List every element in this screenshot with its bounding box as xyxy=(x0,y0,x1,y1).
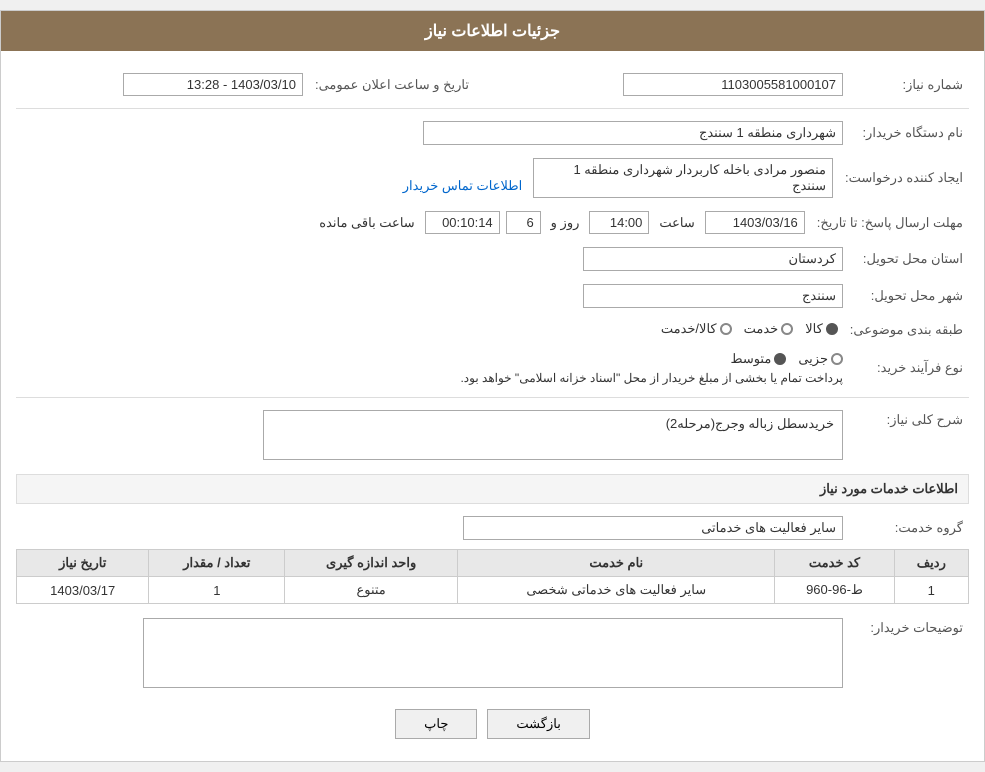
deadline-label: مهلت ارسال پاسخ: تا تاریخ: xyxy=(811,207,969,238)
back-button[interactable]: بازگشت xyxy=(487,709,589,739)
requester-value: منصور مرادی باخله کاربردار شهرداری منطقه… xyxy=(533,158,833,198)
service-group-value: سایر فعالیت های خدماتی xyxy=(463,516,843,540)
deadline-remaining-label: ساعت باقی مانده xyxy=(319,215,414,231)
category-options: کالا خدمت کالا/خدمت xyxy=(661,321,838,337)
col-row: ردیف xyxy=(894,550,968,577)
category-kala-khedmat-radio xyxy=(720,323,732,335)
cell-quantity: 1 xyxy=(149,577,285,604)
deadline-days-label: روز و xyxy=(551,215,580,231)
cell-name: سایر فعالیت های خدماتی شخصی xyxy=(458,577,775,604)
category-kala-khedmat-label: کالا/خدمت xyxy=(661,321,717,337)
print-button[interactable]: چاپ xyxy=(395,709,477,739)
need-description-label: شرح کلی نیاز: xyxy=(849,406,969,464)
deadline-time-label: ساعت xyxy=(659,215,694,231)
province-value: کردستان xyxy=(583,247,843,271)
purchase-type-label: نوع فرآیند خرید: xyxy=(849,347,969,389)
buyer-org-label: نام دستگاه خریدار: xyxy=(849,117,969,149)
table-row: 1ط-96-960سایر فعالیت های خدماتی شخصیمتنو… xyxy=(17,577,969,604)
purchase-jozi-radio xyxy=(831,353,843,365)
purchase-type-note: پرداخت تمام یا بخشی از مبلغ خریدار از مح… xyxy=(22,371,843,385)
page-title: جزئیات اطلاعات نیاز xyxy=(1,11,984,51)
purchase-mutavasset-radio xyxy=(774,353,786,365)
col-code: کد خدمت xyxy=(775,550,894,577)
col-name: نام خدمت xyxy=(458,550,775,577)
buyer-notes-label: توضیحات خریدار: xyxy=(849,614,969,692)
cell-row: 1 xyxy=(894,577,968,604)
purchase-jozi-label: جزیی xyxy=(798,351,828,367)
col-date: تاریخ نیاز xyxy=(17,550,149,577)
services-table: ردیف کد خدمت نام خدمت واحد اندازه گیری ت… xyxy=(16,549,969,604)
announcement-value: 1403/03/10 - 13:28 xyxy=(123,73,303,96)
col-quantity: تعداد / مقدار xyxy=(149,550,285,577)
purchase-jozi: جزیی xyxy=(798,351,843,367)
buttons-row: بازگشت چاپ xyxy=(16,697,969,751)
category-kala-radio xyxy=(826,323,838,335)
buyer-notes-value xyxy=(143,618,843,688)
category-kala-label: کالا xyxy=(805,321,823,337)
buyer-org-value: شهرداری منطقه 1 سنندج xyxy=(423,121,843,145)
service-group-label: گروه خدمت: xyxy=(849,512,969,544)
col-unit: واحد اندازه گیری xyxy=(285,550,458,577)
province-label: استان محل تحویل: xyxy=(849,243,969,275)
category-label: طبقه بندی موضوعی: xyxy=(844,317,969,342)
cell-unit: متنوع xyxy=(285,577,458,604)
announcement-label: تاریخ و ساعت اعلان عمومی: xyxy=(309,69,475,100)
deadline-time: 14:00 xyxy=(589,211,649,234)
requester-label: ایجاد کننده درخواست: xyxy=(839,154,969,202)
city-value: سنندج xyxy=(583,284,843,308)
deadline-days: 6 xyxy=(506,211,541,234)
cell-code: ط-96-960 xyxy=(775,577,894,604)
purchase-mutavasset-label: متوسط xyxy=(730,351,771,367)
purchase-type-options: جزیی متوسط xyxy=(22,351,843,367)
need-number-value: 1103005581000107 xyxy=(623,73,843,96)
deadline-date: 1403/03/16 xyxy=(705,211,805,234)
category-khedmat-radio xyxy=(781,323,793,335)
services-section-title: اطلاعات خدمات مورد نیاز xyxy=(16,474,969,504)
category-kala-khedmat: کالا/خدمت xyxy=(661,321,732,337)
requester-contact-link[interactable]: اطلاعات تماس خریدار xyxy=(403,178,522,193)
deadline-remaining: 00:10:14 xyxy=(425,211,500,234)
category-khedmat-label: خدمت xyxy=(744,321,779,337)
purchase-mutavasset: متوسط xyxy=(730,351,786,367)
category-kala: کالا xyxy=(805,321,838,337)
cell-date: 1403/03/17 xyxy=(17,577,149,604)
need-description-value: خریدسطل زباله وجرج(مرحله2) xyxy=(263,410,843,460)
category-khedmat: خدمت xyxy=(744,321,794,337)
need-number-label: شماره نیاز: xyxy=(849,69,969,100)
city-label: شهر محل تحویل: xyxy=(849,280,969,312)
